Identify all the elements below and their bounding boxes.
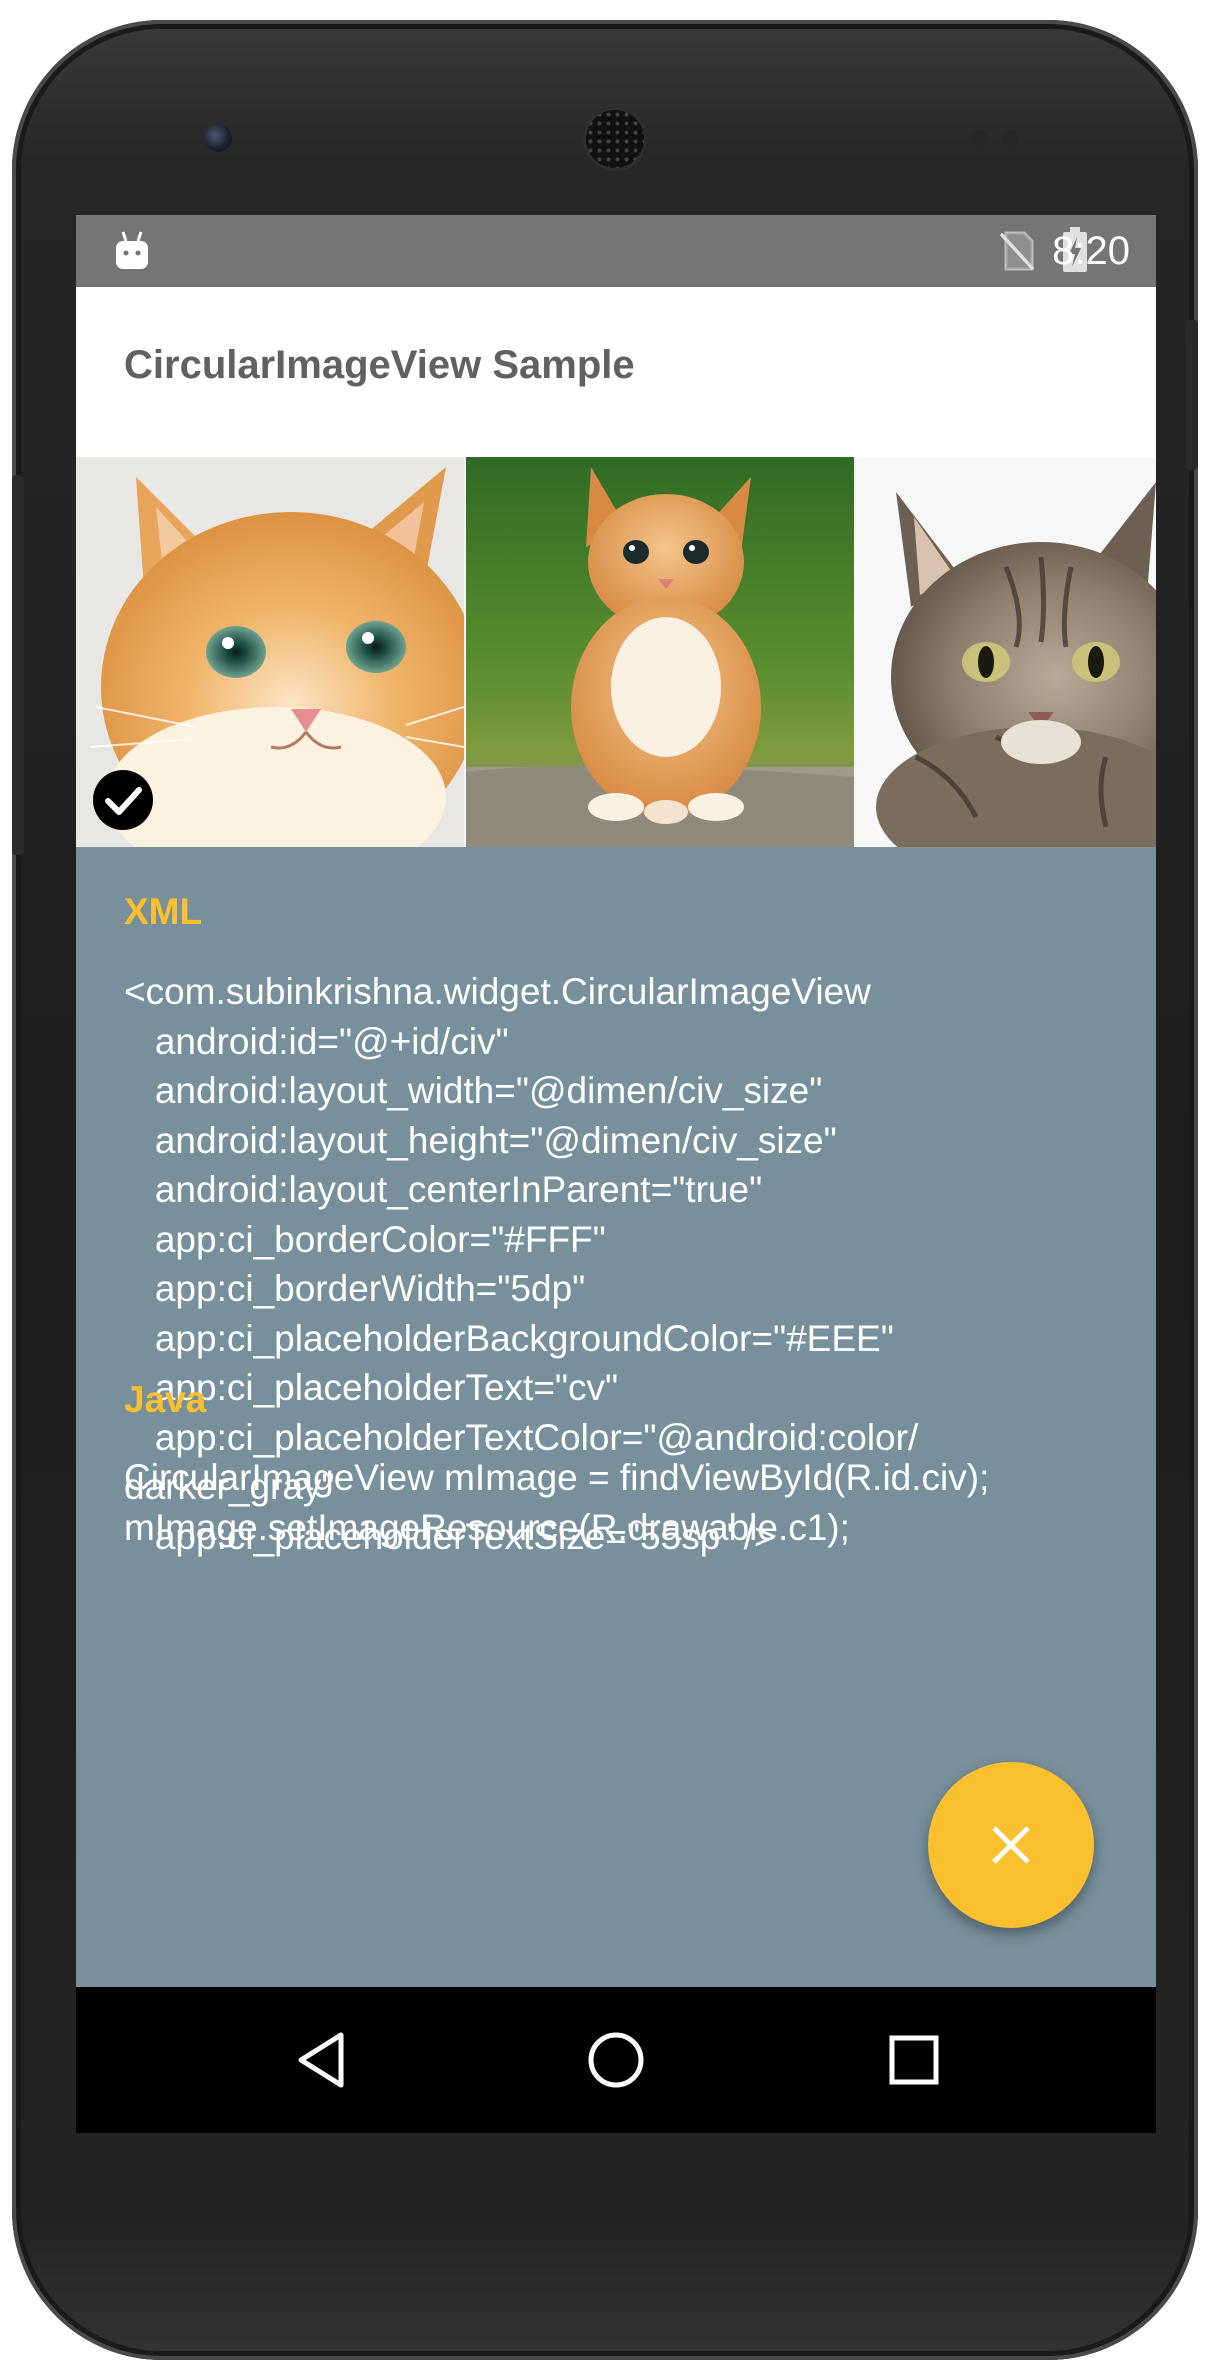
home-icon xyxy=(588,2032,644,2088)
tabby-cat-image xyxy=(856,457,1156,847)
status-bar: 8:20 xyxy=(76,215,1156,287)
close-fab-button[interactable] xyxy=(928,1762,1094,1928)
phone-frame: 8:20 CircularImageView Sample XML <com.s… xyxy=(12,20,1198,2360)
back-button[interactable] xyxy=(276,2015,366,2105)
status-time: 8:20 xyxy=(1052,229,1130,273)
recents-button[interactable] xyxy=(869,2015,959,2105)
close-icon xyxy=(992,1826,1030,1864)
proximity-sensor xyxy=(972,130,988,146)
back-icon xyxy=(298,2032,344,2088)
home-button[interactable] xyxy=(571,2015,661,2105)
no-sim-icon xyxy=(999,231,1034,271)
gallery-item[interactable] xyxy=(466,457,854,847)
java-code-block: CircularImageView mImage = findViewById(… xyxy=(124,1457,990,1548)
xml-section-title: XML xyxy=(124,891,203,932)
android-notification-icon xyxy=(116,231,148,269)
recents-icon xyxy=(889,2035,939,2085)
gallery-item[interactable] xyxy=(76,457,464,847)
java-section-title: Java xyxy=(124,1379,207,1420)
light-sensor xyxy=(1002,130,1018,146)
app-bar: CircularImageView Sample xyxy=(76,287,1156,457)
app-title: CircularImageView Sample xyxy=(124,343,635,387)
front-camera xyxy=(204,124,232,152)
navigation-bar xyxy=(76,1987,1156,2133)
screen: 8:20 CircularImageView Sample XML <com.s… xyxy=(76,215,1156,2133)
earpiece-speaker xyxy=(586,110,644,168)
kitten-on-grass-image xyxy=(466,457,854,847)
volume-button xyxy=(12,475,24,855)
image-gallery[interactable] xyxy=(76,457,1156,847)
power-button xyxy=(1186,320,1198,470)
selected-check-icon xyxy=(93,770,153,830)
gallery-item[interactable] xyxy=(856,457,1156,847)
